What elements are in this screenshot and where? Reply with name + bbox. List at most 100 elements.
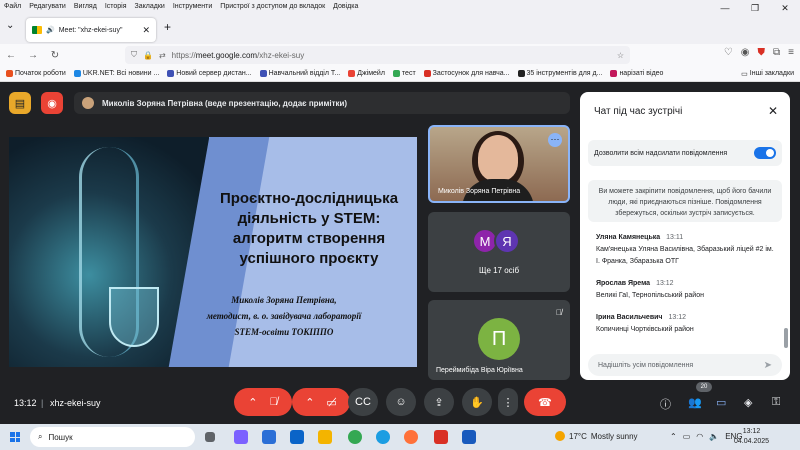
menu-tools[interactable]: Інструменти [173,3,212,10]
clock[interactable]: 13:12 04.04.2025 [734,427,769,447]
chevron-up-icon[interactable]: ⌃ [305,396,314,409]
tab-close-icon[interactable]: ✕ [142,25,150,36]
leave-call-button[interactable]: ☎ [524,388,566,416]
participant-tile-main[interactable]: ⋯ Миколів Зоряна Петрівна [428,125,570,203]
chat-input[interactable]: Надішліть усім повідомлення ➤ [588,354,782,376]
reactions-button[interactable]: ☺ [386,388,416,416]
copilot-icon[interactable] [234,430,248,444]
captions-button[interactable]: CC [348,388,378,416]
more-options-icon[interactable]: ⋯ [548,133,562,147]
permission-label: Дозволити всім надсилати повідомлення [594,149,728,157]
wifi-icon[interactable]: ◠ [696,432,703,441]
camera-icon[interactable]: ▭ [683,432,691,441]
url-text: https://meet.google.com/xhz-ekei-suy [171,50,305,60]
app-menu-icon[interactable]: ≡ [788,47,794,58]
new-tab-button[interactable]: + [164,20,171,34]
bookmark-star-icon[interactable]: ☆ [617,51,624,60]
word-icon[interactable] [462,430,476,444]
recording-icon[interactable]: ◉ [41,92,63,114]
raise-hand-button[interactable]: ✋ [462,388,492,416]
permissions-icon[interactable]: ⇄ [159,51,166,60]
more-options-button[interactable]: ⋮ [498,388,518,416]
chat-scrollbar[interactable] [784,328,788,348]
bookmark-item[interactable]: UKR.NET: Всі новини ... [73,70,159,77]
task-view-icon[interactable] [205,432,215,442]
ukrnet-icon [73,70,81,77]
mic-off-icon: 🎙̸ [556,308,562,317]
moodle-icon [167,70,175,77]
lock-icon[interactable]: 🔒 [143,51,153,60]
forward-icon[interactable]: → [22,50,44,61]
pocket-icon[interactable]: ♡ [724,47,733,58]
camera-button[interactable]: ⌃ ▭̸ [292,388,350,416]
shield-icon[interactable]: ⛉ [131,50,137,60]
others-avatars: М Я [472,228,520,254]
url-bar[interactable]: ⛉ 🔒 ⇄ https://meet.google.com/xhz-ekei-s… [125,46,630,64]
outlook-icon[interactable] [290,430,304,444]
taskbar-search[interactable]: ⌕ Пошук [30,427,195,447]
permission-toggle[interactable] [754,147,776,159]
weather-widget[interactable]: 17°C Mostly sunny [555,431,638,441]
permission-row: Дозволити всім надсилати повідомлення [588,140,782,166]
activities-icon[interactable]: ◈ [744,396,752,409]
back-icon[interactable]: ← [0,50,22,61]
chevron-up-icon[interactable]: ⌃ [670,432,677,441]
restore-button[interactable]: ❐ [740,0,770,18]
menu-help[interactable]: Довідка [333,3,358,10]
close-icon[interactable]: ✕ [768,104,778,118]
close-window-button[interactable]: ✕ [770,0,800,18]
tab-audio-icon[interactable]: 🔊 [46,26,55,34]
menu-devices[interactable]: Пристрої з доступом до вкладок [220,3,325,10]
info-icon[interactable]: ⓘ [660,396,671,412]
file-explorer-icon[interactable] [318,430,332,444]
clock-time: 13:12 [742,428,761,435]
flask [109,287,159,347]
acrobat-icon[interactable] [434,430,448,444]
send-icon[interactable]: ➤ [764,360,772,371]
extensions-icon[interactable]: ⧉ [773,47,780,58]
bookmark-item[interactable]: Навчальний відділ Т... [259,70,340,77]
bookmark-item[interactable]: Початок роботи [6,70,66,77]
store-icon[interactable] [262,430,276,444]
bookmark-item[interactable]: тест [392,70,416,77]
presentation-layout-icon[interactable]: ▤ [9,92,31,114]
menu-bookmarks[interactable]: Закладки [135,3,165,10]
menu-view[interactable]: Вигляд [74,3,97,10]
menu-file[interactable]: Файл [4,3,21,10]
firefox-icon[interactable] [404,430,418,444]
list-tabs-icon[interactable]: ⌄ [6,20,14,31]
participant-tile-others[interactable]: М Я Ще 17 осіб [428,212,570,292]
chat-icon[interactable]: ▭ [716,396,726,409]
hand-icon: ✋ [470,396,484,409]
mic-button[interactable]: ⌃ 🎙̸ [234,388,292,416]
menu-edit[interactable]: Редагувати [29,3,66,10]
meeting-time: 13:12 [14,398,37,408]
tab-meet[interactable]: 🔊 Meet: "xhz-ekei-suy" ✕ [26,18,156,42]
edge-icon[interactable] [376,430,390,444]
account-icon[interactable]: ◉ [741,47,750,58]
present-button[interactable]: ⇪ [424,388,454,416]
bookmark-item[interactable]: Новий сервер дистан... [167,70,252,77]
tab-title: Meet: "xhz-ekei-suy" [58,26,123,34]
meet-controls: 13:12 | xhz-ekei-suy ⌃ 🎙̸ ⌃ ▭̸ CC ☺ ⇪ ✋ … [0,382,800,424]
presenter-bar: Миколів Зоряна Петрівна (веде презентаці… [74,92,570,114]
host-controls-icon[interactable]: ⚿ [772,396,780,409]
nav-bar: ← → ↻ ⛉ 🔒 ⇄ https://meet.google.com/xhz-… [0,44,800,66]
speaker-icon[interactable]: 🔈 [709,432,719,441]
participant-tile-third[interactable]: 🎙̸ П Переймибіда Віра Юріївна [428,300,570,380]
windows-start-icon[interactable] [10,432,20,442]
chevron-up-icon[interactable]: ⌃ [248,396,257,409]
bookmark-item[interactable]: нарізаті відео [610,70,663,77]
window-controls: — ❐ ✕ [710,0,800,18]
test-icon [392,70,400,77]
bookmark-item[interactable]: Джімейл [348,70,385,77]
extension-shield-icon[interactable]: ⛊ [758,47,766,58]
chrome-icon[interactable] [348,430,362,444]
people-icon[interactable]: 👥 [688,396,702,409]
minimize-button[interactable]: — [710,0,740,18]
bookmark-item[interactable]: Застосунок для навча... [423,70,510,77]
menu-history[interactable]: Історія [105,3,127,10]
bookmark-item[interactable]: 35 інструментів для д... [517,70,602,77]
reload-icon[interactable]: ↻ [44,50,66,61]
other-bookmarks[interactable]: ▭ Інші закладки [741,70,800,78]
